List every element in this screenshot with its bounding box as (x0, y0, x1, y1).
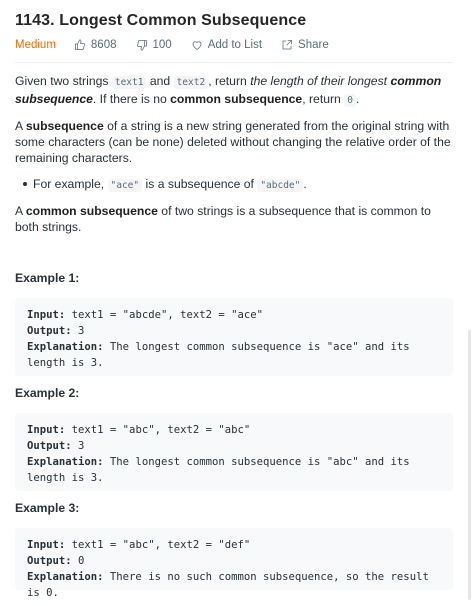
inline-code: "ace" (107, 179, 143, 192)
inline-code: 0 (344, 94, 356, 107)
share-icon (282, 40, 292, 50)
input-value: text1 = "abcde", text2 = "ace" (65, 309, 263, 321)
add-to-list-label: Add to List (207, 39, 263, 51)
input-label: Input: (27, 424, 66, 436)
example-explanation-line: Explanation: The longest common subseque… (27, 339, 441, 371)
input-value: text1 = "abc", text2 = "abc" (65, 424, 251, 436)
difficulty-badge: Medium (15, 39, 56, 51)
output-label: Output: (27, 440, 72, 452)
example-2-heading: Example 2: (15, 386, 80, 400)
example-input-line: Input: text1 = "abcde", text2 = "ace" (27, 307, 441, 323)
output-label: Output: (27, 325, 72, 337)
example-input-line: Input: text1 = "abc", text2 = "abc" (27, 422, 441, 438)
input-label: Input: (27, 309, 66, 321)
like-button[interactable]: 8608 (74, 39, 117, 51)
inline-code: text1 (111, 76, 147, 89)
thumbs-up-icon (75, 39, 85, 50)
output-value: 3 (71, 325, 85, 337)
heart-icon (192, 41, 202, 50)
text-span: , return (302, 92, 345, 106)
example-output-line: Output: 3 (27, 323, 441, 339)
description-paragraph-3: A common subsequence of two strings is a… (15, 203, 453, 235)
description-paragraph-1: Given two strings text1 and text2, retur… (15, 73, 453, 109)
output-value: 3 (71, 440, 85, 452)
explanation-label: Explanation: (27, 456, 104, 468)
example-output-line: Output: 0 (27, 553, 441, 569)
example-3-box: Input: text1 = "abc", text2 = "def" Outp… (15, 528, 453, 599)
description-paragraph-2: A subsequence of a string is a new strin… (15, 118, 453, 166)
strong-text: common subsequence (170, 92, 303, 106)
text-span: . If there is no (92, 92, 171, 106)
example-explanation-line: Explanation: There is no such common sub… (27, 569, 441, 601)
thumbs-down-icon (136, 40, 147, 51)
example-output-line: Output: 3 (27, 438, 441, 454)
strong-text: subsequence (25, 119, 104, 133)
share-button[interactable]: Share (281, 39, 329, 51)
header-divider (15, 62, 453, 63)
text-span: . (303, 177, 307, 191)
text-span: is a subsequence of (142, 177, 258, 191)
strong-text: common subsequence (25, 204, 158, 218)
example-explanation-line: Explanation: The longest common subseque… (27, 454, 441, 486)
bullet-item: For example, "ace" is a subsequence of "… (23, 176, 453, 194)
text-span: . (355, 92, 360, 106)
emphasis-text: the length of their longest (250, 74, 391, 88)
text-span: A (15, 204, 26, 218)
input-value: text1 = "abc", text2 = "def" (65, 539, 251, 551)
add-to-list-button[interactable]: Add to List (191, 39, 262, 51)
inline-code: text2 (173, 76, 209, 89)
input-label: Input: (27, 539, 66, 551)
example-3-heading: Example 3: (15, 501, 80, 515)
text-span: Given two strings (15, 74, 112, 88)
dislike-count: 100 (152, 39, 172, 51)
like-count: 8608 (90, 39, 117, 51)
bullet-dot (23, 182, 27, 186)
share-label: Share (298, 39, 329, 51)
text-span: and (146, 74, 174, 88)
output-label: Output: (27, 555, 72, 567)
text-span: A (15, 119, 26, 133)
explanation-label: Explanation: (27, 341, 104, 353)
text-span: , return (208, 74, 251, 88)
text-span: For example, (33, 177, 108, 191)
explanation-label: Explanation: (27, 571, 104, 583)
example-1-box: Input: text1 = "abcde", text2 = "ace" Ou… (15, 298, 453, 376)
output-value: 0 (71, 555, 85, 567)
dislike-button[interactable]: 100 (136, 39, 172, 51)
vertical-scrollbar[interactable] (468, 330, 471, 600)
inline-code: "abcde" (257, 179, 304, 192)
example-input-line: Input: text1 = "abc", text2 = "def" (27, 537, 441, 553)
problem-meta-bar: Medium 8608 100 Add to List Share (15, 37, 348, 53)
example-2-box: Input: text1 = "abc", text2 = "abc" Outp… (15, 413, 453, 491)
example-1-heading: Example 1: (15, 271, 80, 285)
problem-title: 1143. Longest Common Subsequence (15, 12, 307, 29)
